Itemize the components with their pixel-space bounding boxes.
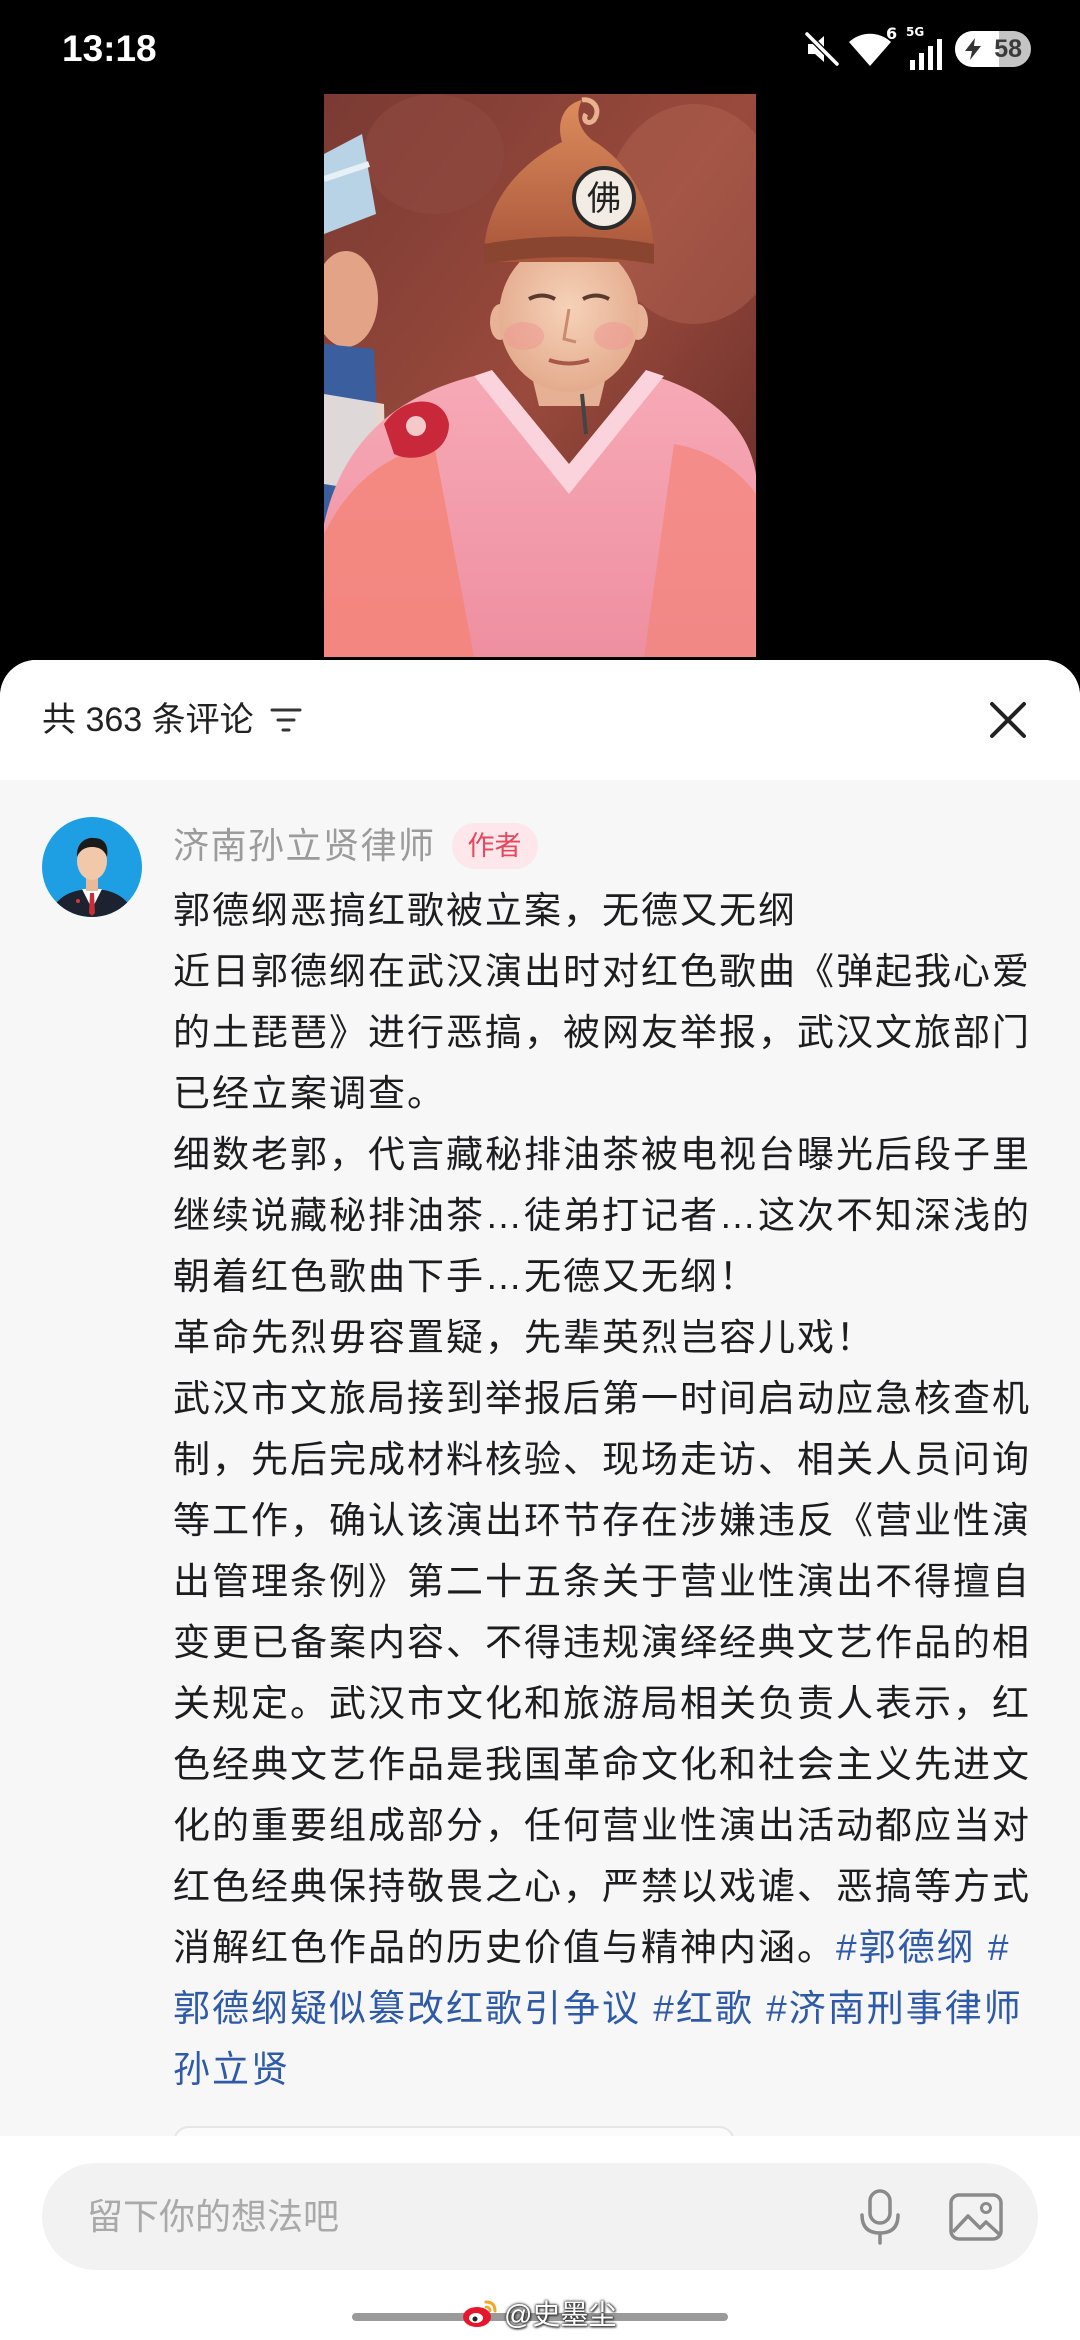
watermark-text: @史墨尘 [504,2299,617,2330]
filter-icon[interactable] [270,706,302,734]
status-bar: 13:18 6 5G 58 [0,0,1080,94]
comment-paragraph: 郭德纲恶搞红歌被立案，无德又无纲 [173,890,797,931]
mute-icon [802,29,842,69]
battery-icon: 58 [955,31,1031,67]
comment-body[interactable]: 郭德纲恶搞红歌被立案，无德又无纲 近日郭德纲在武汉演出时对红色歌曲《弹起我心爱的… [173,880,1043,2100]
charging-bolt-icon [965,38,981,60]
signal-icon: 5G [906,26,946,72]
microphone-icon[interactable] [856,2189,904,2245]
wifi-icon: 6 [848,24,902,70]
hashtag-link[interactable]: #红歌 [653,1988,754,2029]
comment-input-placeholder: 留下你的想法吧 [87,2196,340,2237]
video-preview[interactable]: 佛 [324,94,756,657]
avatar[interactable] [42,817,142,917]
hat-badge-text: 佛 [587,179,621,219]
wifi-standard-badge: 6 [886,24,898,43]
hashtag-link[interactable]: #郭德纲 [836,1927,976,1968]
comment-paragraph: 近日郭德纲在武汉演出时对红色歌曲《弹起我心爱的土琵琶》进行恶搞，被网友举报，武汉… [173,951,1031,1114]
comment-author-row: 济南孙立贤律师 作者 [173,823,538,869]
network-type-label: 5G [906,25,925,39]
author-badge: 作者 [451,823,538,869]
comments-header-title-group: 共 363 条评论 [42,698,302,742]
video-frame-image: 佛 [324,94,756,657]
comment-paragraph-text: 武汉市文旅局接到举报后第一时间启动应急核查机制，先后完成材料核验、现场走访、相关… [173,1378,1031,1968]
image-icon[interactable] [948,2192,1004,2242]
screen: 13:18 6 5G 58 佛 共 363 条评论 济南孙立贤律师 作者 郭德纲… [0,0,1080,2340]
battery-level: 58 [994,35,1022,63]
watermark: @史墨尘 [462,2293,616,2333]
comments-sheet: 共 363 条评论 济南孙立贤律师 作者 郭德纲恶搞红歌被立案，无德又无纲 近日… [0,660,1080,2340]
comment-paragraph: 细数老郭，代言藏秘排油茶被电视台曝光后段子里继续说藏秘排油茶…徒弟打记者…这次不… [173,1134,1031,1297]
comment-paragraph: 革命先烈毋容置疑，先辈英烈岂容儿戏！ [173,1317,875,1358]
comment-count-title: 共 363 条评论 [42,701,254,739]
comment-author-name[interactable]: 济南孙立贤律师 [173,823,436,869]
close-icon [990,702,1026,738]
status-time: 13:18 [62,28,157,69]
weibo-logo-icon [462,2298,498,2328]
comments-header: 共 363 条评论 [0,660,1080,780]
close-button[interactable] [988,700,1028,740]
comment-paragraph: 武汉市文旅局接到举报后第一时间启动应急核查机制，先后完成材料核验、现场走访、相关… [173,1368,1043,2100]
